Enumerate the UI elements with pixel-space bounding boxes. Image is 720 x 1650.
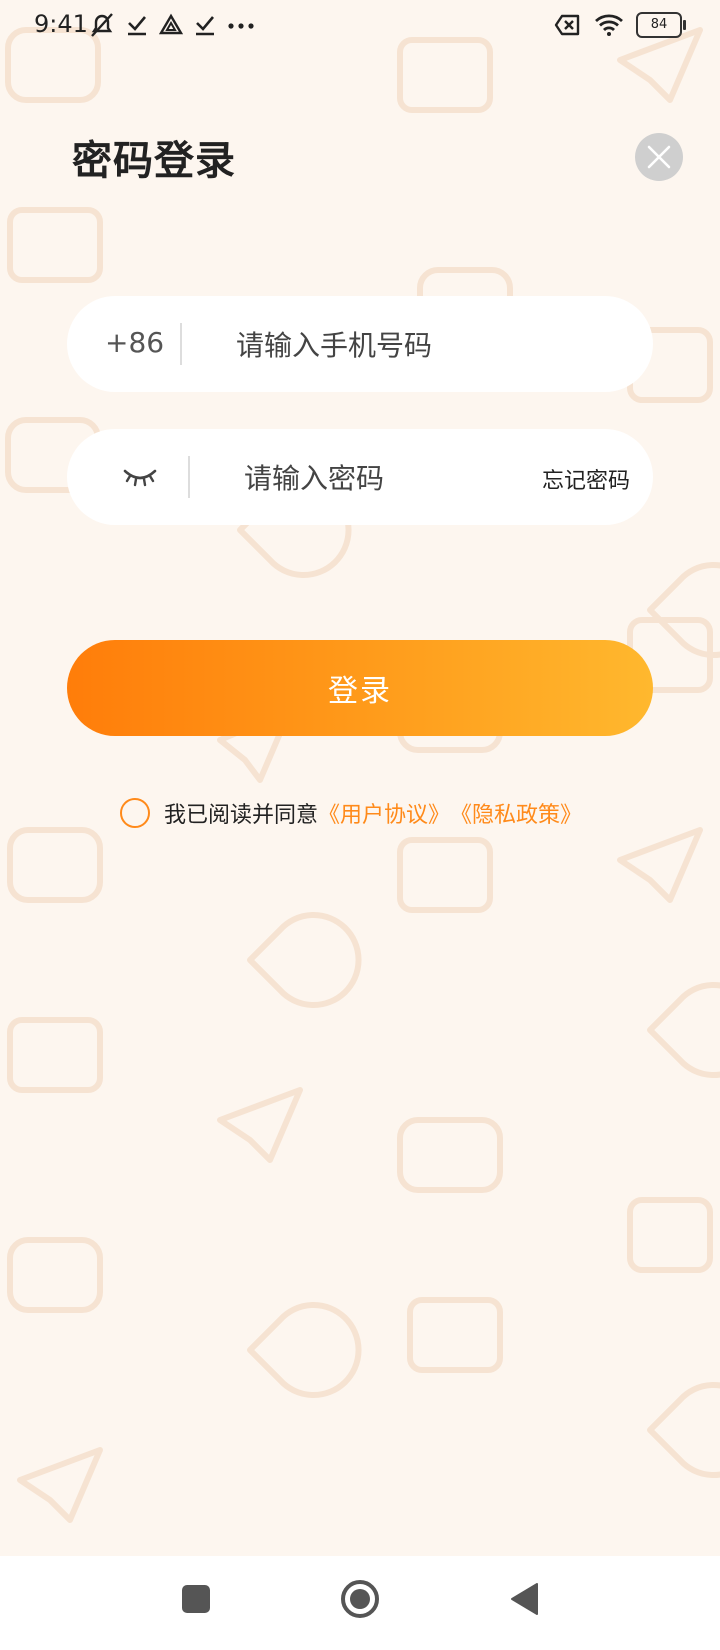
status-time: 9:41 <box>34 10 88 38</box>
download-done-icon <box>128 16 146 36</box>
password-input-row: 忘记密码 <box>67 429 653 525</box>
country-code[interactable]: +86 <box>105 326 164 359</box>
wifi-icon <box>595 14 623 36</box>
forgot-password-link[interactable]: 忘记密码 <box>542 463 630 495</box>
divider <box>180 323 182 365</box>
home-button[interactable] <box>339 1578 381 1620</box>
sim-off-icon <box>554 14 580 36</box>
more-icon <box>228 23 254 29</box>
user-agreement-link[interactable]: 《用户协议》 <box>318 797 450 829</box>
bell-muted-icon <box>91 13 113 37</box>
login-button[interactable]: 登录 <box>67 640 653 736</box>
status-bar: 9:41 84 <box>0 0 720 56</box>
status-system-icons: 84 <box>554 12 686 38</box>
recent-apps-button[interactable] <box>181 1584 211 1614</box>
close-icon <box>647 145 671 169</box>
divider <box>188 456 190 498</box>
phone-input-row: +86 <box>67 296 653 392</box>
agree-checkbox[interactable] <box>120 798 150 828</box>
agreement-row: 我已阅读并同意 《用户协议》 《隐私政策》 <box>120 797 582 829</box>
battery-indicator: 84 <box>636 12 686 38</box>
back-button[interactable] <box>509 1582 539 1616</box>
password-input[interactable] <box>242 447 516 509</box>
status-notification-icons <box>88 12 256 38</box>
system-nav-bar <box>0 1556 720 1650</box>
close-button[interactable] <box>635 133 683 181</box>
privacy-policy-link[interactable]: 《隐私政策》 <box>450 797 582 829</box>
phone-input[interactable] <box>234 314 618 376</box>
download-done-icon-2 <box>196 16 214 36</box>
page-title: 密码登录 <box>72 138 236 184</box>
drive-icon <box>158 13 184 35</box>
agreement-text: 我已阅读并同意 <box>164 803 319 828</box>
eye-closed-icon[interactable] <box>122 463 158 489</box>
